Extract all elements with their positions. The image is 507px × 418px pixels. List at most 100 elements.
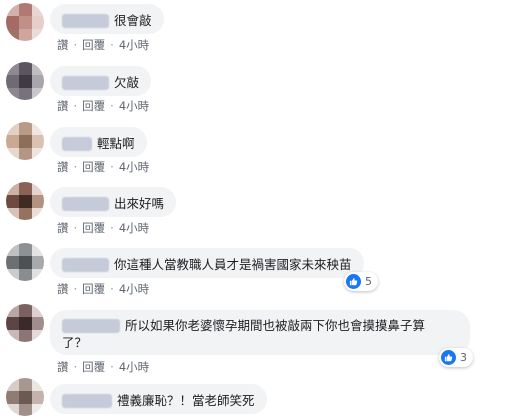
like-link[interactable]: 讚 [57,99,69,113]
avatar-pixel [6,135,19,148]
avatar-pixel [19,62,32,75]
avatar-pixel [6,3,19,16]
avatar-pixel [32,88,44,100]
reply-link[interactable]: 回覆 [82,360,105,374]
avatar-pixel [32,122,44,135]
avatar-pixel [32,135,44,148]
timestamp-link[interactable]: 4小時 [119,38,149,52]
timestamp-link[interactable]: 4小時 [119,99,149,113]
avatar-pixel [6,391,19,404]
avatar-pixel [32,16,44,29]
comment-text: 禮義廉恥？！當老師笑死 [117,393,255,408]
commenter-name[interactable] [62,13,109,28]
avatar[interactable] [6,243,44,281]
avatar-pixel [19,317,32,330]
avatar-pixel [32,404,44,416]
comment-bubble: 欠敲 [50,66,152,96]
avatar-pixel [6,208,19,220]
avatar[interactable] [6,3,44,41]
like-icon [441,350,456,365]
avatar-pixel [32,148,44,160]
comment-bubble: 你這種人當教職人員才是禍害國家未來秧苗 [50,248,364,278]
avatar-pixel [6,304,19,317]
comment-actions: 讚 · 回覆 · 4小時 [57,282,150,296]
avatar-pixel [6,404,19,416]
avatar[interactable] [6,62,44,100]
avatar-pixel [19,256,32,269]
avatar[interactable] [6,378,44,416]
like-link[interactable]: 讚 [57,360,69,374]
comment-actions: 讚 · 回覆 · 4小時 [57,160,150,174]
commenter-name[interactable] [62,393,112,408]
comment-bubble: 出來好嗎 [50,187,177,217]
comment-text: 輕點啊 [97,136,135,151]
avatar[interactable] [6,182,44,220]
avatar-pixel [19,208,32,220]
comment-text: 你這種人當教職人員才是禍害國家未來秧苗 [114,257,352,272]
avatar-pixel [32,62,44,75]
comment-bubble: 所以如果你老婆懷孕期間也被敲兩下你也會摸摸鼻子算 了？ [50,310,470,355]
like-link[interactable]: 讚 [57,221,69,235]
avatar-pixel [6,243,19,256]
avatar-pixel [19,269,32,281]
timestamp-link[interactable]: 4小時 [119,221,149,235]
comment-text: 很會敲 [114,13,152,28]
avatar-pixel [32,195,44,208]
comment-bubble: 輕點啊 [50,127,147,157]
avatar-pixel [19,391,32,404]
avatar-pixel [19,330,32,342]
like-link[interactable]: 讚 [57,160,69,174]
avatar-pixel [32,182,44,195]
like-link[interactable]: 讚 [57,38,69,52]
reaction-count: 3 [460,351,467,364]
comment-bubble: 禮義廉恥？！當老師笑死 [50,384,267,414]
avatar-pixel [19,404,32,416]
comment-actions: 讚 · 回覆 · 4小時 [57,360,150,374]
avatar-pixel [6,62,19,75]
reply-link[interactable]: 回覆 [82,221,105,235]
reply-link[interactable]: 回覆 [82,38,105,52]
commenter-name[interactable] [62,196,109,211]
avatar-pixel [6,122,19,135]
like-icon [346,274,361,289]
avatar[interactable] [6,122,44,160]
avatar-pixel [19,135,32,148]
avatar-pixel [32,391,44,404]
commenter-name[interactable] [62,136,92,151]
reply-link[interactable]: 回覆 [82,99,105,113]
avatar-pixel [6,88,19,100]
comment-actions: 讚 · 回覆 · 4小時 [57,38,150,52]
commenter-name[interactable] [62,318,120,333]
timestamp-link[interactable]: 4小時 [119,282,149,296]
commenter-name[interactable] [62,257,109,272]
timestamp-link[interactable]: 4小時 [119,360,149,374]
avatar-pixel [32,208,44,220]
avatar-pixel [32,29,44,41]
commenter-name[interactable] [62,75,109,90]
reply-link[interactable]: 回覆 [82,282,105,296]
avatar-pixel [19,75,32,88]
comment-actions: 讚 · 回覆 · 4小時 [57,99,150,113]
avatar-pixel [32,378,44,391]
reaction-count-badge[interactable]: 3 [439,348,473,367]
avatar-pixel [19,195,32,208]
comment-text-line-2: 了？ [62,335,88,350]
avatar-pixel [6,148,19,160]
avatar-pixel [19,304,32,317]
timestamp-link[interactable]: 4小時 [119,160,149,174]
reaction-count-badge[interactable]: 5 [344,272,378,291]
avatar[interactable] [6,304,44,342]
avatar-pixel [32,304,44,317]
reaction-count: 5 [365,275,372,288]
avatar-pixel [32,243,44,256]
avatar-pixel [6,75,19,88]
comment-text: 欠敲 [114,75,140,90]
avatar-pixel [6,330,19,342]
reply-link[interactable]: 回覆 [82,160,105,174]
avatar-pixel [19,3,32,16]
like-link[interactable]: 讚 [57,282,69,296]
avatar-pixel [19,88,32,100]
comment-actions: 讚 · 回覆 · 4小時 [57,221,150,235]
avatar-pixel [6,195,19,208]
avatar-pixel [19,29,32,41]
